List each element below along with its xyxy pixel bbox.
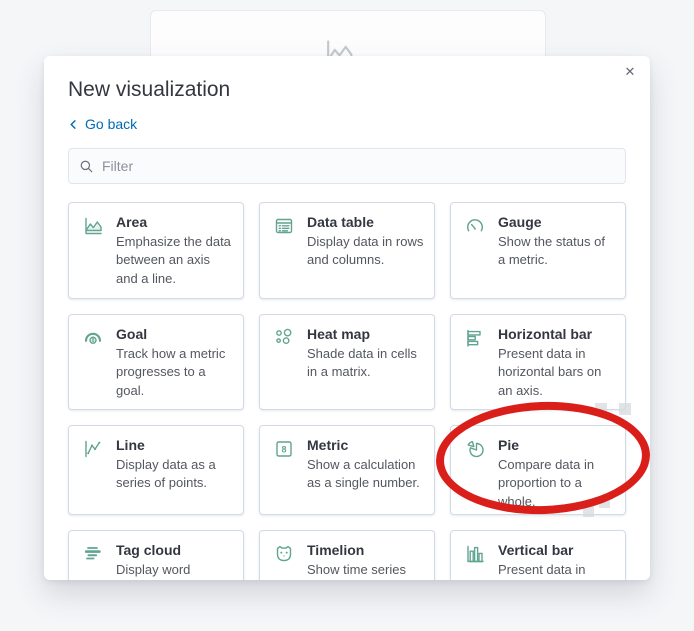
vis-card-pie[interactable]: Pie Compare data in proportion to a whol… [450,425,626,515]
card-description: Shade data in cells in a matrix. [307,346,417,380]
card-description: Display word frequency with font size. [116,562,191,577]
card-description: Emphasize the data between an axis and a… [116,234,231,286]
area-chart-icon [82,214,104,236]
close-icon[interactable]: ✕ [620,62,640,82]
card-title: Pie [498,437,520,453]
card-description: Display data in rows and columns. [307,234,424,268]
vis-card-heat-map[interactable]: Heat map Shade data in cells in a matrix… [259,314,435,410]
line-chart-icon [82,437,104,459]
vis-card-tag-cloud[interactable]: Tag cloud Display word frequency with fo… [68,530,244,580]
svg-text:8: 8 [281,445,286,455]
vertical-bar-icon [464,542,486,564]
visualization-type-grid: Area Emphasize the data between an axis … [68,202,626,580]
heat-map-icon [273,326,295,348]
new-visualization-modal: ✕ New visualization Go back Area Emphasi… [44,56,650,580]
card-title: Horizontal bar [498,326,593,342]
chevron-left-icon [68,119,79,130]
card-title: Data table [307,214,374,230]
filter-input[interactable] [102,158,615,174]
card-title: Timelion [307,542,365,558]
card-description: Show the status of a metric. [498,234,605,268]
horizontal-bar-icon [464,326,486,348]
go-back-link[interactable]: Go back [68,116,137,132]
card-title: Gauge [498,214,542,230]
pie-chart-icon [464,437,486,459]
vis-card-goal[interactable]: 8 Goal Track how a metric progresses to … [68,314,244,410]
vis-card-horizontal-bar[interactable]: Horizontal bar Present data in horizonta… [450,314,626,410]
go-back-label: Go back [85,116,138,132]
tag-cloud-icon [82,542,104,564]
search-icon [79,159,94,174]
card-description: Present data in vertical bars on an axis… [498,562,586,577]
page-background: ✕ New visualization Go back Area Emphasi… [0,0,694,631]
card-description: Display data as a series of points. [116,457,216,491]
card-title: Heat map [307,326,371,342]
vis-card-area[interactable]: Area Emphasize the data between an axis … [68,202,244,299]
card-description: Track how a metric progresses to a goal. [116,346,226,398]
timelion-icon [273,542,295,564]
vis-card-vertical-bar[interactable]: Vertical bar Present data in vertical ba… [450,530,626,580]
card-description: Compare data in proportion to a whole. [498,457,595,509]
card-description: Present data in horizontal bars on an ax… [498,346,602,398]
card-title: Tag cloud [116,542,182,558]
vis-card-data-table[interactable]: Data table Display data in rows and colu… [259,202,435,299]
vis-card-line[interactable]: Line Display data as a series of points. [68,425,244,515]
card-title: Line [116,437,145,453]
data-table-icon [273,214,295,236]
card-title: Vertical bar [498,542,574,558]
vis-card-metric[interactable]: 8 Metric Show a calculation as a single … [259,425,435,515]
card-title: Goal [116,326,148,342]
vis-card-timelion[interactable]: Timelion Show time series data on a grap… [259,530,435,580]
card-title: Area [116,214,148,230]
gauge-icon [464,214,486,236]
card-title: Metric [307,437,349,453]
svg-text:8: 8 [91,338,94,344]
vis-card-gauge[interactable]: Gauge Show the status of a metric. [450,202,626,299]
filter-search-field[interactable] [68,148,626,184]
metric-icon: 8 [273,437,295,459]
card-description: Show a calculation as a single number. [307,457,420,491]
card-description: Show time series data on a graph. [307,562,406,577]
goal-icon: 8 [82,326,104,348]
modal-title: New visualization [68,78,231,101]
